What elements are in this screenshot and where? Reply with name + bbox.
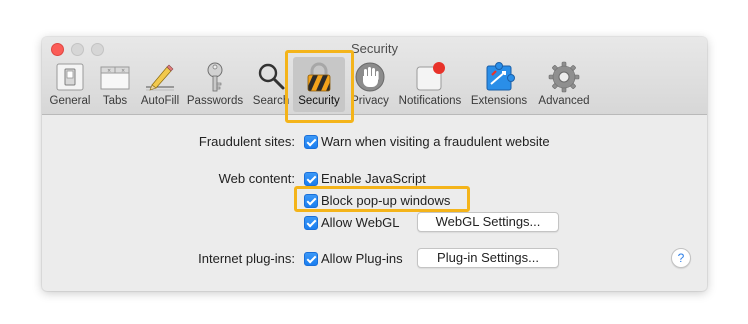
- preferences-toolbar: Security General × × Tabs AutoFill Passw…: [42, 37, 707, 115]
- tab-general[interactable]: General: [50, 57, 90, 112]
- enable-javascript-label: Enable JavaScript: [321, 171, 426, 186]
- autofill-pencil-icon: [146, 64, 174, 91]
- svg-text:×: ×: [107, 68, 111, 74]
- window-title: Security: [351, 41, 398, 56]
- preferences-window: Security General × × Tabs AutoFill Passw…: [42, 37, 707, 291]
- tab-passwords-label: Passwords: [186, 95, 244, 107]
- fraudulent-sites-label: Fraudulent sites:: [198, 134, 295, 149]
- puzzle-piece-icon: [486, 62, 515, 91]
- tabs-icon: × ×: [100, 66, 130, 90]
- plugin-settings-button[interactable]: Plug-in Settings...: [417, 248, 559, 268]
- tab-notifications-label: Notifications: [398, 95, 462, 107]
- key-icon: [207, 62, 223, 92]
- tab-extensions-label: Extensions: [470, 95, 528, 107]
- internet-plugins-label: Internet plug-ins:: [198, 251, 295, 266]
- block-popups-highlight: [294, 186, 470, 212]
- help-button[interactable]: ?: [671, 248, 691, 268]
- web-content-label: Web content:: [218, 171, 295, 186]
- tab-notifications[interactable]: Notifications: [399, 57, 461, 112]
- tab-extensions[interactable]: Extensions: [471, 57, 527, 112]
- tab-tabs[interactable]: × × Tabs: [98, 57, 132, 112]
- tab-autofill[interactable]: AutoFill: [139, 57, 181, 112]
- allow-plugins-label: Allow Plug-ins: [321, 251, 403, 266]
- enable-javascript-checkbox[interactable]: [304, 172, 318, 186]
- allow-webgl-label: Allow WebGL: [321, 215, 400, 230]
- tab-advanced[interactable]: Advanced: [538, 57, 590, 112]
- tab-advanced-label: Advanced: [538, 95, 590, 107]
- svg-text:×: ×: [121, 68, 125, 74]
- security-tab-highlight: [285, 50, 354, 123]
- tab-passwords[interactable]: Passwords: [187, 57, 243, 112]
- allow-webgl-checkbox[interactable]: [304, 216, 318, 230]
- allow-plugins-checkbox[interactable]: [304, 252, 318, 266]
- tab-privacy[interactable]: Privacy: [349, 57, 391, 112]
- general-switch-icon: [56, 63, 84, 91]
- magnifier-icon: [258, 63, 285, 90]
- notification-badge-icon: [416, 62, 445, 91]
- webgl-settings-button[interactable]: WebGL Settings...: [417, 212, 559, 232]
- gear-icon: [548, 61, 580, 93]
- fraud-warning-label: Warn when visiting a fraudulent website: [321, 134, 550, 149]
- hand-icon: [355, 62, 385, 92]
- fraud-warning-checkbox[interactable]: [304, 135, 318, 149]
